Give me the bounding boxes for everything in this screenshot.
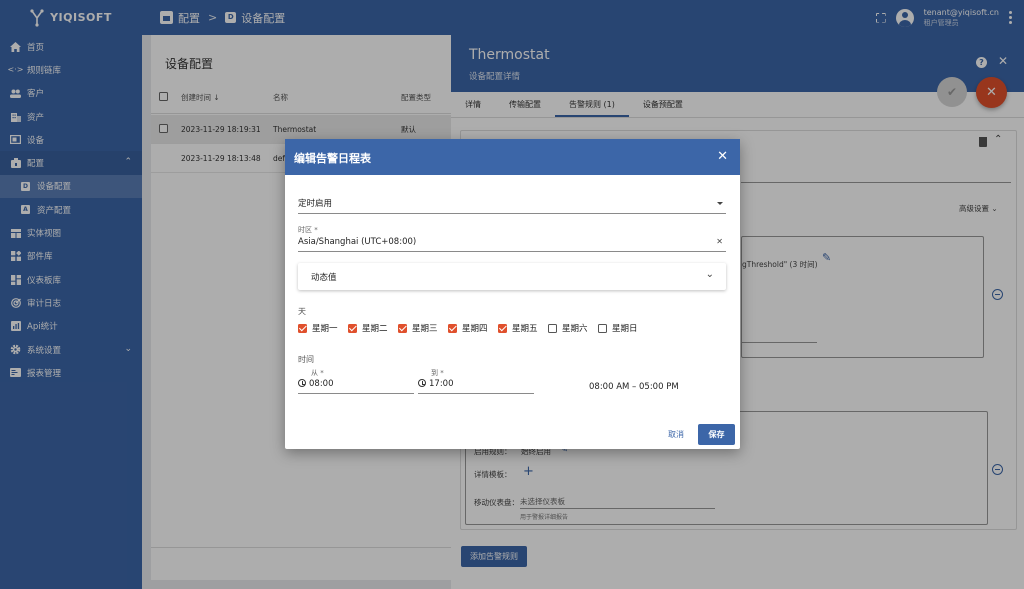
- to-time-input[interactable]: 17:00: [418, 379, 534, 394]
- to-label: 到 *: [431, 369, 444, 377]
- day-checkbox-tuesday[interactable]: 星期二: [348, 322, 398, 334]
- day-checkbox-friday[interactable]: 星期五: [498, 322, 548, 334]
- chevron-down-icon: ⌄: [705, 269, 714, 280]
- clear-icon[interactable]: ✕: [716, 237, 723, 246]
- checkbox-checked[interactable]: [348, 323, 357, 333]
- timezone-value: Asia/Shanghai (UTC+08:00): [298, 237, 417, 247]
- clock-icon: [418, 379, 426, 387]
- days-label: 天: [298, 307, 306, 316]
- from-label: 从 *: [311, 369, 324, 377]
- edit-alarm-schedule-dialog: 编辑告警日程表 ✕ 定时启用 时区 * Asia/Shanghai (UTC+0…: [285, 139, 740, 449]
- day-checkbox-saturday[interactable]: 星期六: [548, 322, 598, 334]
- schedule-type-select[interactable]: 定时启用: [298, 197, 726, 214]
- cancel-button[interactable]: 取消: [668, 429, 684, 440]
- clock-icon: [298, 379, 306, 387]
- dialog-title: 编辑告警日程表: [294, 152, 371, 165]
- dropdown-arrow-icon: [717, 202, 723, 205]
- timezone-label: 时区 *: [298, 226, 318, 234]
- checkbox-unchecked[interactable]: [548, 323, 557, 333]
- checkbox-unchecked[interactable]: [598, 323, 607, 333]
- day-checkbox-monday[interactable]: 星期一: [298, 322, 348, 334]
- from-time-value: 08:00: [309, 379, 334, 389]
- dynamic-value-expander[interactable]: 动态值 ⌄: [298, 263, 726, 290]
- checkbox-checked[interactable]: [298, 323, 307, 333]
- checkbox-checked[interactable]: [398, 323, 407, 333]
- close-icon[interactable]: ✕: [717, 149, 728, 164]
- time-label: 时间: [298, 355, 314, 364]
- dialog-header: 编辑告警日程表 ✕: [285, 139, 740, 175]
- timezone-input[interactable]: Asia/Shanghai (UTC+08:00) ✕: [298, 237, 726, 252]
- dynamic-value-label: 动态值: [311, 273, 337, 283]
- checkbox-checked[interactable]: [448, 323, 457, 333]
- checkbox-checked[interactable]: [498, 323, 507, 333]
- day-checkbox-sunday[interactable]: 星期日: [598, 322, 648, 334]
- days-checkbox-group: 星期一 星期二 星期三 星期四 星期五 星期六 星期日: [298, 322, 648, 334]
- day-checkbox-wednesday[interactable]: 星期三: [398, 322, 448, 334]
- save-button[interactable]: 保存: [698, 424, 735, 445]
- time-range-text: 08:00 AM – 05:00 PM: [589, 382, 679, 392]
- to-time-value: 17:00: [429, 379, 454, 389]
- schedule-type-value: 定时启用: [298, 199, 333, 209]
- day-checkbox-thursday[interactable]: 星期四: [448, 322, 498, 334]
- from-time-input[interactable]: 08:00: [298, 379, 414, 394]
